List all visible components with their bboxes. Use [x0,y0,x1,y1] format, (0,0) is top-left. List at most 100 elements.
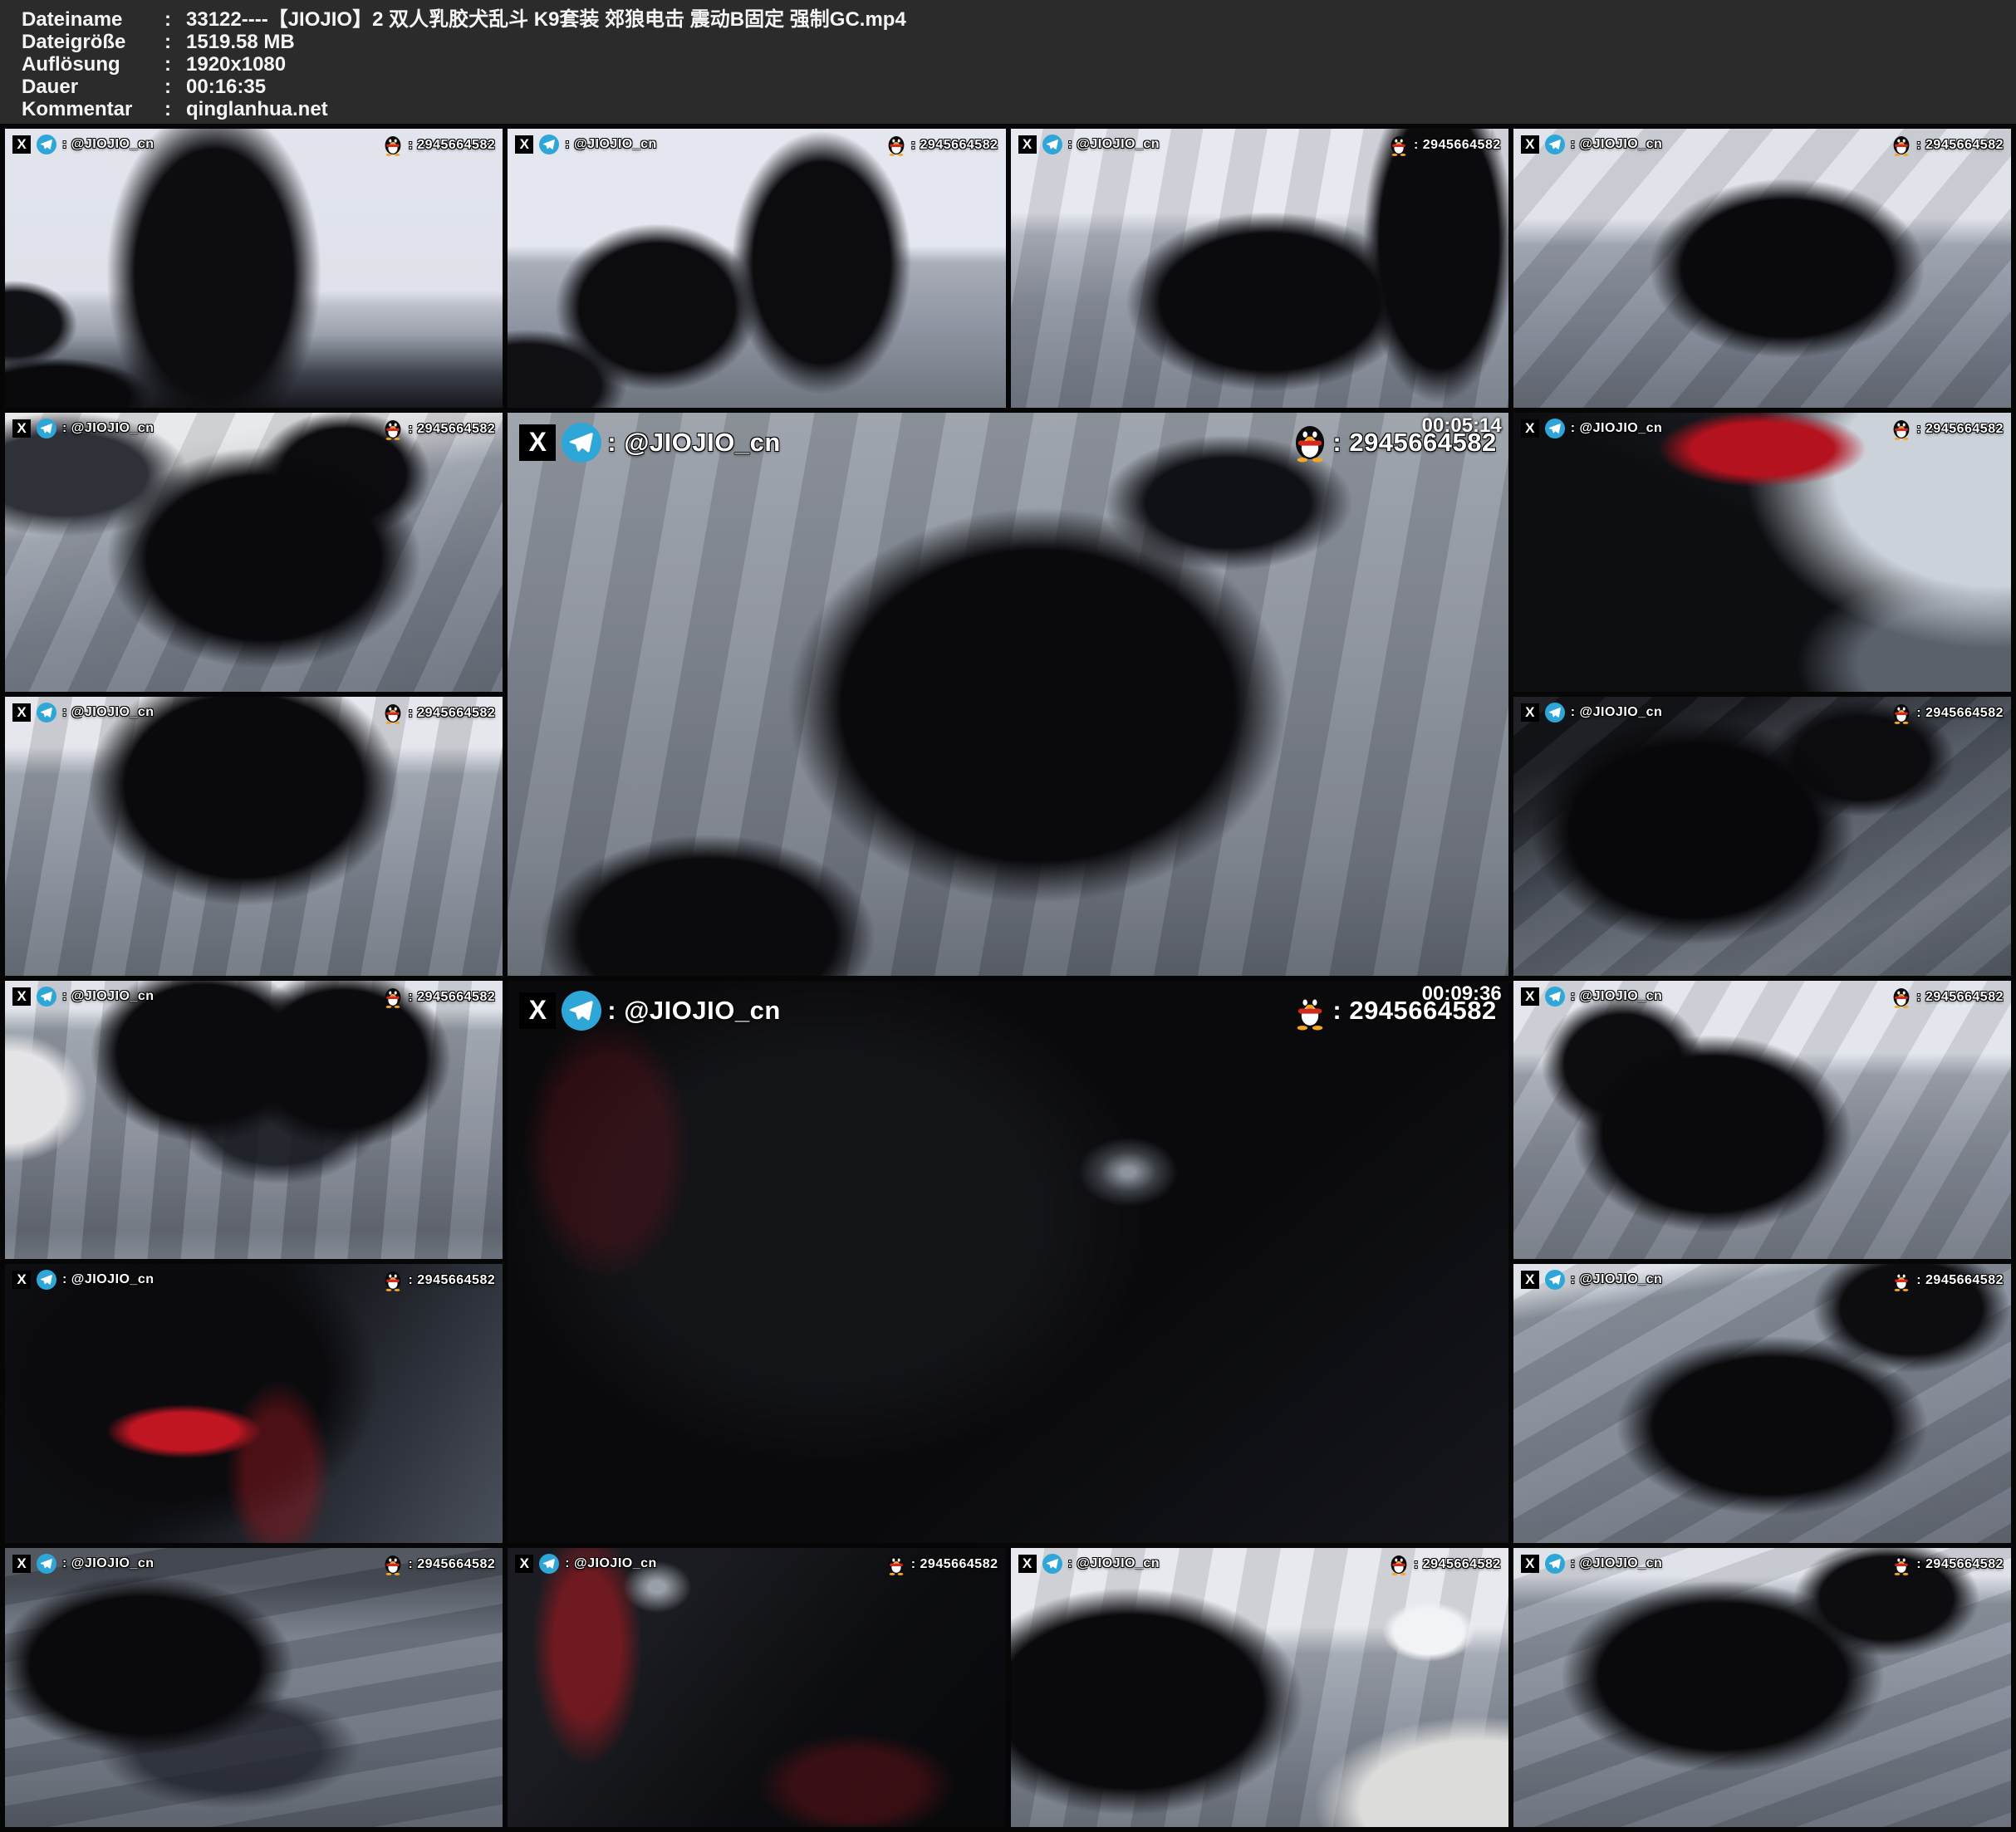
x-logo-icon: X [12,1271,31,1289]
watermark-handle-text: : @JIOJIO_cn [62,705,155,720]
x-logo-icon: X [1521,1555,1539,1573]
meta-colon: : [164,8,186,31]
watermark-handle-text: : @JIOJIO_cn [1068,1556,1160,1571]
watermark-handle-text: : @JIOJIO_cn [62,421,155,436]
watermark-qq: : 2945664582 [887,1554,998,1575]
video-thumbnail: X : @JIOJIO_cn : 2945664582 [508,129,1005,408]
telegram-icon [37,987,56,1007]
watermark-handle-text: : @JIOJIO_cn [62,989,155,1004]
watermark-qq-text: : 2945664582 [1916,1273,2004,1288]
watermark-qq-text: : 2945664582 [1916,138,2004,153]
watermark-qq-text: : 2945664582 [1414,1557,1501,1572]
watermark-handle-text: : @JIOJIO_cn [1068,137,1160,152]
x-logo-icon: X [1521,703,1539,722]
meta-row-resolution: Auflösung : 1920x1080 [22,53,1999,76]
x-logo-icon: X [1521,419,1539,438]
qq-penguin-icon [1892,419,1911,440]
watermark-qq: : 2945664582 [384,987,495,1008]
qq-penguin-icon [384,987,402,1008]
watermark-handles: X : @JIOJIO_cn [515,1554,657,1574]
watermark-qq: : 2945664582 [1892,135,2004,156]
meta-colon: : [164,98,186,120]
qq-penguin-icon [384,1270,402,1291]
qq-penguin-icon [1293,423,1327,463]
watermark-qq-text: : 2945664582 [1916,706,2004,721]
video-thumbnail: X : @JIOJIO_cn : 2945664582 [1011,129,1508,408]
telegram-icon [1545,987,1565,1007]
meta-colon: : [164,31,186,53]
meta-label: Dauer [22,76,164,98]
watermark-qq: : 2945664582 [384,135,495,156]
watermark-handles: X : @JIOJIO_cn [1018,1554,1160,1574]
watermark-handles: X : @JIOJIO_cn [1521,987,1663,1007]
telegram-icon [1545,419,1565,438]
watermark-handles: X : @JIOJIO_cn [1521,419,1663,438]
watermark-handles: X : @JIOJIO_cn [12,135,155,154]
watermark-handle-text: : @JIOJIO_cn [565,1556,657,1571]
watermark-qq-text: : 2945664582 [408,1273,495,1288]
meta-value-filesize: 1519.58 MB [186,31,1999,53]
telegram-icon [562,423,601,463]
watermark-qq: : 2945664582 [887,135,998,156]
watermark-qq-text: : 2945664582 [408,990,495,1005]
watermark-qq-text: : 2945664582 [408,138,495,153]
watermark-qq-text: : 2945664582 [408,422,495,437]
watermark-qq-text: : 2945664582 [1916,990,2004,1005]
watermark-qq-text: : 2945664582 [1916,1557,2004,1572]
x-logo-icon: X [12,135,31,154]
watermark-qq-text: : 2945664582 [408,706,495,721]
file-info-header: Dateiname : 33122----【JIOJIO】2 双人乳胶犬乱斗 K… [0,0,2016,124]
telegram-icon [1545,1554,1565,1574]
watermark-handles: X : @JIOJIO_cn [1018,135,1160,154]
watermark-qq: : 2945664582 [1892,419,2004,440]
watermark-handle-text: : @JIOJIO_cn [607,996,781,1026]
video-thumbnail: X : @JIOJIO_cn : 2945664582 [1513,129,2011,408]
watermark-handles: X : @JIOJIO_cn [1521,703,1663,723]
qq-penguin-icon [1892,1554,1911,1575]
watermark-handles: X : @JIOJIO_cn [12,987,155,1007]
watermark-handles: X : @JIOJIO_cn [12,419,155,438]
meta-row-filename: Dateiname : 33122----【JIOJIO】2 双人乳胶犬乱斗 K… [22,8,1999,31]
meta-row-filesize: Dateigröße : 1519.58 MB [22,31,1999,53]
video-thumbnail: X : @JIOJIO_cn : 2945664582 00:05:14 [508,413,1508,976]
timestamp-overlay: 00:05:14 [1422,414,1502,438]
watermark-handle-text: : @JIOJIO_cn [62,137,155,152]
watermark-handle-text: : @JIOJIO_cn [62,1272,155,1287]
telegram-icon [1545,1270,1565,1290]
watermark-handle-text: : @JIOJIO_cn [1571,1272,1663,1287]
watermark-qq: : 2945664582 [384,1270,495,1291]
video-thumbnail: X : @JIOJIO_cn : 2945664582 [5,697,503,976]
telegram-icon [1042,1554,1062,1574]
watermark-qq: : 2945664582 [384,419,495,440]
x-logo-icon: X [515,1555,533,1573]
watermark-handles: X : @JIOJIO_cn [12,1554,155,1574]
meta-label: Kommentar [22,98,164,120]
contact-sheet: Dateiname : 33122----【JIOJIO】2 双人乳胶犬乱斗 K… [0,0,2016,1832]
telegram-icon [539,1554,559,1574]
watermark-handles: X : @JIOJIO_cn [12,1270,155,1290]
qq-penguin-icon [384,703,402,724]
x-logo-icon: X [1521,1271,1539,1289]
watermark-qq: : 2945664582 [1892,987,2004,1008]
telegram-icon [37,419,56,438]
timestamp-overlay: 00:09:36 [1422,982,1502,1006]
watermark-handle-text: : @JIOJIO_cn [607,428,781,458]
telegram-icon [37,703,56,723]
watermark-qq: : 2945664582 [1390,1554,1501,1575]
qq-penguin-icon [887,135,905,156]
qq-penguin-icon [1892,1270,1911,1291]
meta-row-comment: Kommentar : qinglanhua.net [22,98,1999,120]
telegram-icon [1545,135,1565,154]
video-thumbnail: X : @JIOJIO_cn : 2945664582 [1011,1548,1508,1827]
qq-penguin-icon [1390,1554,1408,1575]
meta-label: Dateiname [22,8,164,31]
telegram-icon [1042,135,1062,154]
qq-penguin-icon [1293,991,1327,1031]
thumbnail-grid: X : @JIOJIO_cn : 2945664582 X [0,124,2016,1832]
watermark-handles: X : @JIOJIO_cn [1521,135,1663,154]
meta-colon: : [164,53,186,76]
telegram-icon [37,1270,56,1290]
watermark-handles: X : @JIOJIO_cn [1521,1270,1663,1290]
meta-value-comment: qinglanhua.net [186,98,1999,120]
x-logo-icon: X [515,135,533,154]
